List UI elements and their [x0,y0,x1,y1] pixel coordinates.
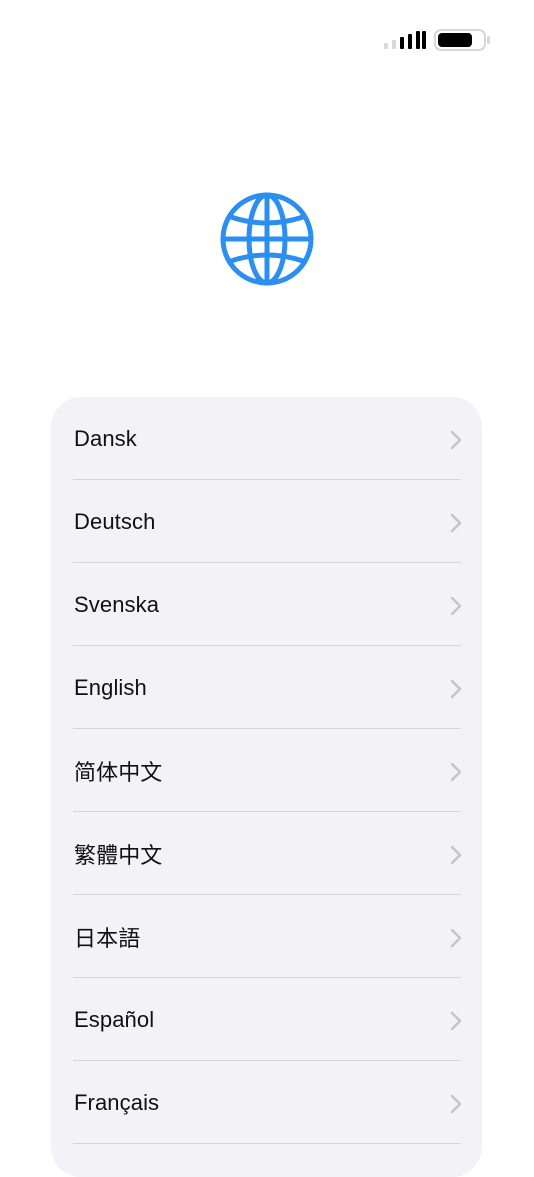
language-row[interactable]: 繁體中文 [51,812,482,895]
language-row[interactable]: Dansk [51,397,482,480]
cellular-signal-icon [384,31,426,49]
language-row[interactable]: Español [51,978,482,1061]
language-label: 日本語 [74,925,141,951]
chevron-right-icon [450,679,462,698]
language-row[interactable]: Français [51,1061,482,1144]
language-row[interactable]: Svenska [51,563,482,646]
language-row[interactable]: 简体中文 [51,729,482,812]
language-label: Deutsch [74,508,156,534]
language-label: 简体中文 [74,759,163,785]
language-label: Dansk [74,425,137,451]
language-label: Español [74,1006,155,1032]
language-label: Svenska [74,591,160,617]
language-row[interactable]: English [51,646,482,729]
chevron-right-icon [450,762,462,781]
chevron-right-icon [450,513,462,532]
globe-icon [220,192,314,286]
chevron-right-icon [450,928,462,947]
chevron-right-icon [450,430,462,449]
language-list-card: Dansk Deutsch Svenska English 简体中文繁體中文日本語 Esp… [51,397,482,1177]
battery-icon [434,29,490,51]
status-bar [0,0,534,80]
chevron-right-icon [450,1011,462,1030]
chevron-right-icon [450,845,462,864]
language-row[interactable]: 日本語 [51,895,482,978]
language-label: English [74,674,147,700]
language-list: Dansk Deutsch Svenska English 简体中文繁體中文日本語 Esp… [51,397,482,1144]
language-row[interactable]: Deutsch [51,480,482,563]
language-label: Français [74,1089,160,1115]
language-label: 繁體中文 [74,842,163,868]
chevron-right-icon [450,596,462,615]
chevron-right-icon [450,1094,462,1113]
